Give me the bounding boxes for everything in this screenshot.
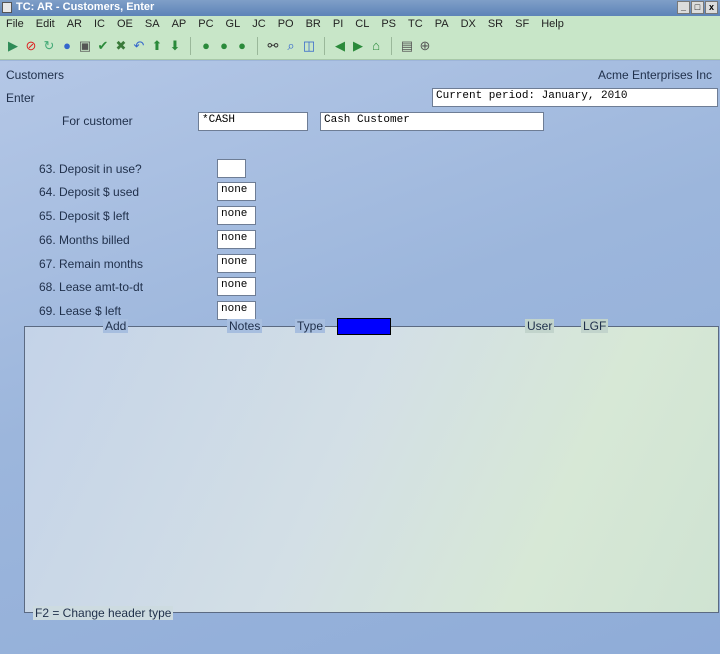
- menu-pa[interactable]: PA: [429, 18, 455, 30]
- menu-edit[interactable]: Edit: [30, 18, 61, 30]
- delete-icon[interactable]: ✖: [113, 38, 129, 54]
- minimize-button[interactable]: _: [677, 1, 690, 14]
- binoculars-icon[interactable]: ⚯: [265, 38, 281, 54]
- for-customer-label: For customer: [62, 114, 133, 128]
- check-icon[interactable]: ✔: [95, 38, 111, 54]
- menu-sf[interactable]: SF: [509, 18, 535, 30]
- months-billed-label: 66. Months billed: [39, 233, 130, 247]
- menu-sr[interactable]: SR: [482, 18, 509, 30]
- previous-icon[interactable]: ◀: [332, 38, 348, 54]
- toolbar-separator: [391, 36, 392, 55]
- remain-months-field[interactable]: none: [217, 254, 256, 273]
- type-selector[interactable]: [337, 318, 391, 335]
- menu-br[interactable]: BR: [300, 18, 327, 30]
- menu-ic[interactable]: IC: [88, 18, 111, 30]
- run-icon[interactable]: ▶: [5, 38, 21, 54]
- toolbar-separator: [190, 36, 191, 55]
- close-button[interactable]: x: [705, 1, 718, 14]
- mode-label: Enter: [6, 91, 35, 105]
- deposit-used-field[interactable]: none: [217, 182, 256, 201]
- lease-amt-to-dt-label: 68. Lease amt-to-dt: [39, 280, 144, 294]
- maximize-button[interactable]: □: [691, 1, 704, 14]
- globe-icon[interactable]: ●: [59, 38, 75, 54]
- add-header[interactable]: Add: [103, 319, 129, 333]
- customer-name-field: Cash Customer: [320, 112, 544, 131]
- toolbar-separator: [324, 36, 325, 55]
- company-name: Acme Enterprises Inc: [597, 68, 712, 82]
- deposit-left-field[interactable]: none: [217, 206, 256, 225]
- menu-po[interactable]: PO: [272, 18, 300, 30]
- window-title: TC: AR - Customers, Enter: [16, 1, 155, 13]
- stop-icon[interactable]: ⊘: [23, 38, 39, 54]
- type-header: Type: [295, 319, 326, 333]
- menu-help[interactable]: Help: [535, 18, 570, 30]
- menu-ap[interactable]: AP: [166, 18, 193, 30]
- menu-jc[interactable]: JC: [246, 18, 271, 30]
- menu-tc[interactable]: TC: [402, 18, 429, 30]
- window-icon[interactable]: ◫: [301, 38, 317, 54]
- circle-icon-3[interactable]: ●: [234, 38, 250, 54]
- remain-months-label: 67. Remain months: [39, 257, 144, 271]
- menu-dx[interactable]: DX: [455, 18, 482, 30]
- menu-cl[interactable]: CL: [349, 18, 375, 30]
- form-area: Customers Acme Enterprises Inc Enter Cur…: [0, 61, 720, 654]
- lease-left-field[interactable]: none: [217, 301, 256, 320]
- menu-ps[interactable]: PS: [375, 18, 402, 30]
- deposit-in-use-label: 63. Deposit in use?: [39, 162, 142, 176]
- module-label: Customers: [6, 68, 65, 82]
- menu-pc[interactable]: PC: [192, 18, 219, 30]
- zoom-icon[interactable]: ⊕: [417, 38, 433, 54]
- toolbar: ▶ ⊘ ↻ ● ▣ ✔ ✖ ↶ ⬆ ⬇ ● ● ● ⚯ ⌕ ◫ ◀ ▶ ⌂ ▤ …: [0, 32, 720, 60]
- menu-oe[interactable]: OE: [111, 18, 139, 30]
- lease-left-label: 69. Lease $ left: [39, 304, 122, 318]
- menu-ar[interactable]: AR: [61, 18, 88, 30]
- save-icon[interactable]: ▣: [77, 38, 93, 54]
- app-icon: [2, 2, 12, 13]
- refresh-icon[interactable]: ↻: [41, 38, 57, 54]
- circle-icon-2[interactable]: ●: [216, 38, 232, 54]
- app-window: TC: AR - Customers, Enter _ □ x File Edi…: [0, 0, 720, 654]
- up-arrow-icon[interactable]: ⬆: [149, 38, 165, 54]
- months-billed-field[interactable]: none: [217, 230, 256, 249]
- lgf-header: LGF: [581, 319, 609, 333]
- customer-code-field[interactable]: *CASH: [198, 112, 308, 131]
- menu-gl[interactable]: GL: [220, 18, 247, 30]
- user-header: User: [525, 319, 555, 333]
- title-bar: TC: AR - Customers, Enter _ □ x: [0, 0, 720, 16]
- menu-file[interactable]: File: [0, 18, 30, 30]
- deposit-left-label: 65. Deposit $ left: [39, 209, 130, 223]
- menu-sa[interactable]: SA: [139, 18, 166, 30]
- menu-bar: File Edit AR IC OE SA AP PC GL JC PO BR …: [0, 16, 720, 32]
- current-period-display: Current period: January, 2010: [432, 88, 718, 107]
- notes-header[interactable]: Notes: [227, 319, 263, 333]
- print-icon[interactable]: ▤: [399, 38, 415, 54]
- lease-amt-to-dt-field[interactable]: none: [217, 277, 256, 296]
- undo-icon[interactable]: ↶: [131, 38, 147, 54]
- circle-icon-1[interactable]: ●: [198, 38, 214, 54]
- change-header-type-hint: F2 = Change header type: [33, 606, 174, 620]
- deposit-in-use-field[interactable]: [217, 159, 246, 178]
- next-icon[interactable]: ▶: [350, 38, 366, 54]
- toolbar-separator: [257, 36, 258, 55]
- notes-panel: Add Notes Type User LGF F2 = Change head…: [24, 318, 719, 620]
- down-arrow-icon[interactable]: ⬇: [167, 38, 183, 54]
- deposit-used-label: 64. Deposit $ used: [39, 185, 140, 199]
- menu-pi[interactable]: PI: [327, 18, 349, 30]
- search-icon[interactable]: ⌕: [283, 38, 299, 54]
- home-icon[interactable]: ⌂: [368, 38, 384, 54]
